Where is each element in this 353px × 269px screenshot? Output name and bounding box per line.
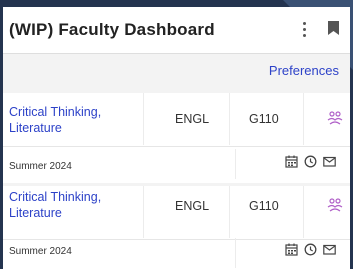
course-subject: ENGL (175, 199, 210, 213)
calendar-icon[interactable] (285, 155, 298, 168)
faculty-dashboard-panel: (WIP) Faculty Dashboard Preferences Crit… (3, 7, 350, 269)
course-term: Summer 2024 (9, 246, 72, 257)
course-title-link[interactable]: Critical Thinking, Literature (9, 189, 124, 221)
people-icon[interactable] (327, 198, 343, 212)
course-title-link[interactable]: Critical Thinking, Literature (9, 104, 124, 136)
preferences-link[interactable]: Preferences (269, 63, 339, 78)
course-section: G110 (249, 112, 279, 126)
divider (235, 238, 236, 268)
page-title: (WIP) Faculty Dashboard (9, 20, 215, 39)
mail-icon[interactable] (323, 155, 336, 168)
clock-icon[interactable] (304, 243, 317, 256)
people-icon[interactable] (327, 111, 343, 125)
kebab-icon[interactable] (296, 19, 312, 39)
divider (229, 93, 230, 145)
divider (235, 149, 236, 179)
clock-icon[interactable] (304, 155, 317, 168)
course-subject: ENGL (175, 112, 210, 126)
divider (303, 93, 304, 145)
divider (229, 186, 230, 238)
divider (143, 93, 144, 145)
calendar-icon[interactable] (285, 243, 298, 256)
bookmark-icon[interactable] (328, 21, 339, 35)
divider (303, 186, 304, 238)
mail-icon[interactable] (323, 243, 336, 256)
course-card: Critical Thinking, Literature ENGL G110 … (3, 93, 350, 183)
course-card-info: Critical Thinking, Literature ENGL G110 (3, 93, 350, 147)
course-term: Summer 2024 (9, 161, 72, 172)
dashboard-header: (WIP) Faculty Dashboard (3, 7, 350, 54)
course-card: Critical Thinking, Literature ENGL G110 … (3, 186, 350, 269)
course-section: G110 (249, 199, 279, 213)
preferences-row: Preferences (3, 54, 350, 90)
course-card-info: Critical Thinking, Literature ENGL G110 (3, 186, 350, 240)
divider (143, 186, 144, 238)
